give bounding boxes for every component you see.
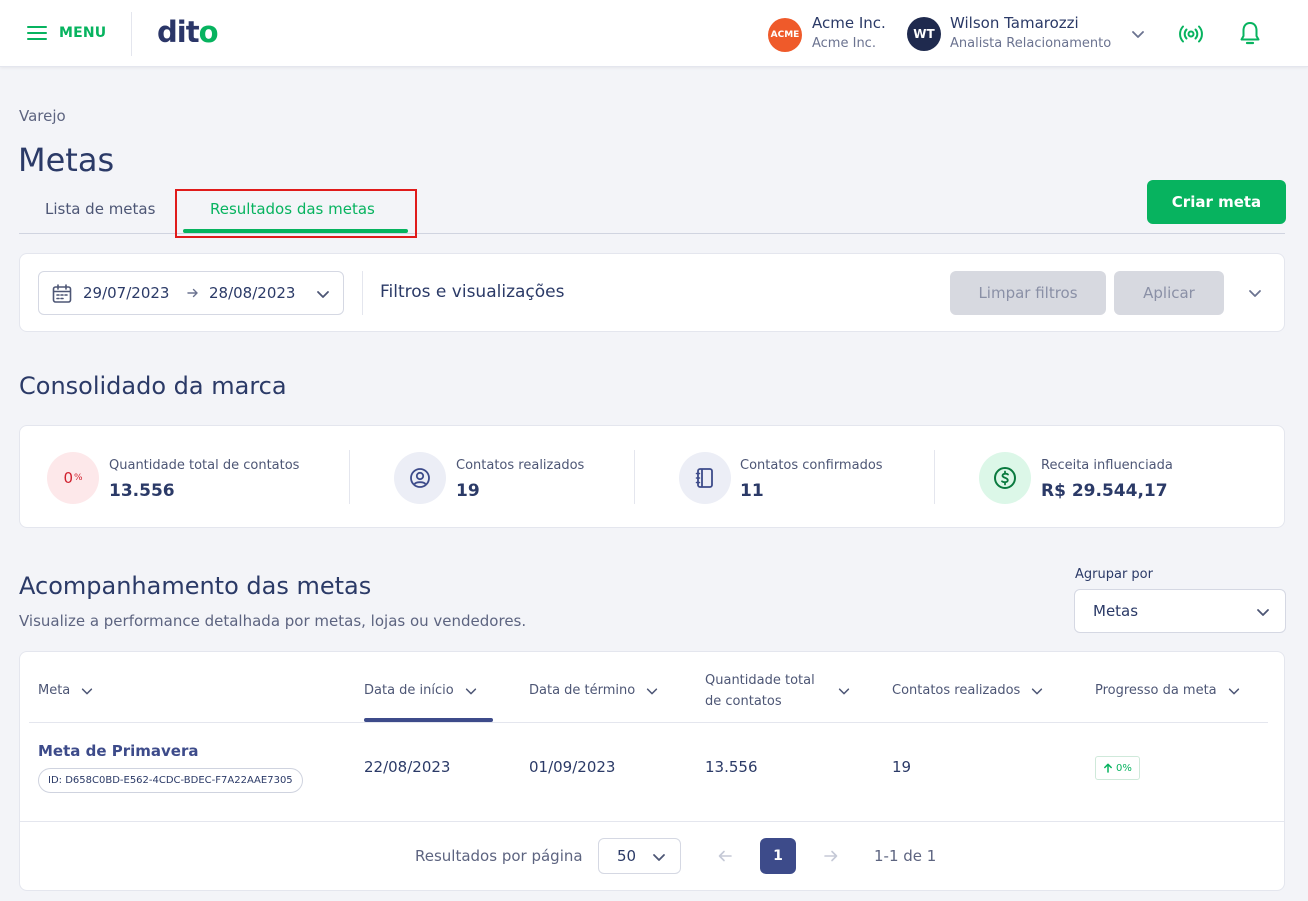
chevron-down-icon[interactable]: [1247, 285, 1263, 301]
chevron-down-icon: [465, 687, 476, 694]
date-start: 29/07/2023: [83, 284, 170, 302]
cell-end-date: 01/09/2023: [529, 758, 616, 776]
filters-divider: [362, 271, 363, 315]
column-header-label: Data de término: [529, 683, 636, 698]
chevron-down-icon: [1228, 687, 1239, 694]
chevron-down-icon: [317, 291, 329, 298]
menu-button[interactable]: MENU: [27, 20, 106, 46]
chevron-down-icon: [653, 854, 665, 861]
column-header-progress[interactable]: Progresso da meta: [1095, 683, 1241, 698]
user-avatar[interactable]: WT: [907, 17, 941, 51]
column-header-meta[interactable]: Meta: [38, 683, 94, 698]
column-header-label: Meta: [38, 683, 71, 698]
cell-contacts-done: 19: [892, 758, 912, 776]
dollar-icon: [979, 452, 1031, 504]
logo-dot: o: [198, 15, 219, 49]
group-by-value: Metas: [1093, 602, 1139, 620]
goals-table: Meta Data de início Data de término Quan…: [19, 651, 1285, 891]
goal-name-link[interactable]: Meta de Primavera: [38, 742, 199, 760]
menu-icon: [27, 26, 47, 40]
kpi-value: R$ 29.544,17: [1041, 481, 1168, 501]
date-range-picker[interactable]: 29/07/2023 28/08/2023: [38, 271, 344, 315]
kpi-label: Contatos realizados: [456, 458, 585, 473]
column-header-total-contacts[interactable]: Quantidade total de contatos: [705, 670, 851, 712]
highlight-box: [175, 189, 417, 238]
kpi-value: 19: [456, 481, 480, 501]
goal-id-badge: ID: D658C0BD-E562-4CDC-BDEC-F7A22AAE7305: [38, 768, 303, 793]
pagination-range: 1-1 de 1: [874, 847, 937, 865]
next-page-icon[interactable]: [823, 848, 839, 864]
date-end: 28/08/2023: [209, 284, 296, 302]
logo-text: dit: [157, 15, 200, 49]
kpi-label: Receita influenciada: [1041, 458, 1173, 473]
column-header-label: Contatos realizados: [892, 683, 1021, 698]
menu-label: MENU: [59, 25, 107, 41]
prev-page-icon[interactable]: [717, 848, 733, 864]
brand-subtitle: Acme Inc.: [812, 36, 876, 51]
brand-name[interactable]: Acme Inc.: [812, 14, 886, 32]
chevron-down-icon: [838, 688, 850, 695]
user-role: Analista Relacionamento: [950, 36, 1112, 51]
percent-value: 0: [63, 469, 73, 487]
table-header-divider: [29, 722, 1268, 723]
kpi-divider: [634, 450, 635, 504]
chevron-down-icon[interactable]: [1130, 26, 1146, 42]
per-page-select[interactable]: 50: [598, 838, 681, 874]
create-goal-button[interactable]: Criar meta: [1147, 180, 1286, 224]
dito-logo[interactable]: dito: [157, 14, 218, 50]
kpi-value: 13.556: [109, 481, 175, 501]
column-header-label: Data de início: [364, 683, 454, 698]
chevron-down-icon: [1257, 609, 1269, 616]
column-header-contacts-done[interactable]: Contatos realizados: [892, 683, 1044, 698]
arrow-right-icon: [187, 288, 198, 298]
kpi-label: Contatos confirmados: [740, 458, 883, 473]
kpi-label: Quantidade total de contatos: [109, 458, 300, 473]
kpi-divider: [349, 450, 350, 504]
column-header-label: Progresso da meta: [1095, 683, 1217, 698]
progress-value: 0%: [1116, 762, 1132, 774]
column-header-start-date[interactable]: Data de início: [364, 683, 478, 698]
signal-icon[interactable]: [1178, 22, 1204, 46]
calendar-icon: [52, 284, 72, 303]
percent-badge: 0%: [47, 452, 99, 504]
tracking-subtitle: Visualize a performance detalhada por me…: [19, 612, 527, 630]
consolidated-title: Consolidado da marca: [19, 372, 287, 400]
notebook-icon: [679, 452, 731, 504]
column-header-end-date[interactable]: Data de término: [529, 683, 659, 698]
tab-lista-de-metas[interactable]: Lista de metas: [45, 200, 155, 218]
clear-filters-button[interactable]: Limpar filtros: [950, 271, 1106, 315]
kpi-divider: [934, 450, 935, 504]
arrow-up-icon: [1104, 763, 1112, 773]
filters-title[interactable]: Filtros e visualizações: [380, 282, 564, 302]
progress-badge: 0%: [1095, 756, 1140, 780]
page-title: Metas: [18, 141, 115, 179]
user-circle-icon: [394, 452, 446, 504]
brand-logo[interactable]: ACME: [768, 18, 802, 52]
page-button-current[interactable]: 1: [760, 838, 796, 874]
cell-start-date: 22/08/2023: [364, 758, 451, 776]
tracking-title: Acompanhamento das metas: [19, 572, 372, 600]
group-by-label: Agrupar por: [1075, 567, 1153, 582]
kpi-card: 0% Quantidade total de contatos 13.556 C…: [19, 425, 1285, 528]
kpi-value: 11: [740, 481, 764, 501]
apply-button[interactable]: Aplicar: [1114, 271, 1224, 315]
user-name[interactable]: Wilson Tamarozzi: [950, 14, 1079, 32]
per-page-label: Resultados por página: [415, 847, 583, 865]
group-by-select[interactable]: Metas: [1074, 589, 1286, 633]
top-bar: MENU dito ACME Acme Inc. Acme Inc. WT Wi…: [0, 0, 1308, 67]
bell-icon[interactable]: [1238, 20, 1262, 48]
column-header-label: Quantidade total de contatos: [705, 673, 815, 709]
chevron-down-icon: [1032, 687, 1043, 694]
table-footer-divider: [20, 821, 1284, 822]
filters-card: 29/07/2023 28/08/2023 Filtros e visualiz…: [19, 253, 1285, 332]
chevron-down-icon: [82, 687, 93, 694]
breadcrumb[interactable]: Varejo: [19, 107, 66, 125]
per-page-value: 50: [617, 847, 637, 865]
cell-total-contacts: 13.556: [705, 758, 758, 776]
chevron-down-icon: [647, 687, 658, 694]
percent-unit: %: [73, 473, 83, 483]
header-divider: [131, 12, 132, 56]
